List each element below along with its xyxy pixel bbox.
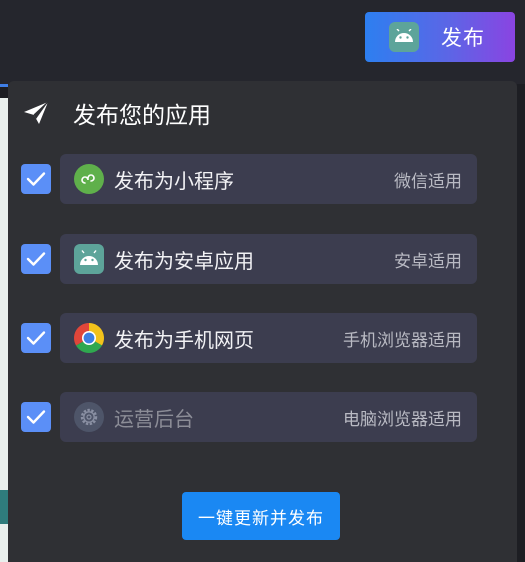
check-icon [26, 331, 46, 345]
android-icon [74, 244, 104, 274]
option-mini-program[interactable]: 发布为小程序 微信适用 [60, 154, 477, 204]
checkbox-mini-program[interactable] [21, 164, 51, 194]
panel-header: 发布您的应用 [23, 97, 211, 129]
publish-button-label: 发布 [441, 26, 485, 50]
option-name: 运营后台 [114, 406, 194, 431]
option-admin-backend[interactable]: 运营后台 电脑浏览器适用 [60, 392, 477, 442]
option-row-admin: 运营后台 电脑浏览器适用 [21, 392, 477, 442]
background-canvas-element [0, 490, 8, 524]
paper-plane-icon [23, 100, 49, 126]
panel-title: 发布您的应用 [73, 103, 211, 129]
option-name: 发布为安卓应用 [114, 248, 254, 273]
option-hint: 安卓适用 [394, 251, 462, 272]
update-and-publish-button[interactable]: 一键更新并发布 [182, 492, 340, 540]
checkbox-mobile-web[interactable] [21, 323, 51, 353]
option-android[interactable]: 发布为安卓应用 安卓适用 [60, 234, 477, 284]
check-icon [26, 172, 46, 186]
check-icon [26, 410, 46, 424]
option-hint: 微信适用 [394, 171, 462, 192]
background-right-frame [517, 84, 525, 562]
option-row-mini-program: 发布为小程序 微信适用 [21, 154, 477, 204]
android-icon [389, 22, 419, 52]
publish-panel: 发布您的应用 发布为小程序 微信适用 发布为安卓应用 安卓适用 发布为手机网页 … [8, 81, 517, 562]
option-hint: 电脑浏览器适用 [343, 409, 462, 430]
option-row-mobile-web: 发布为手机网页 手机浏览器适用 [21, 313, 477, 363]
publish-button[interactable]: 发布 [365, 12, 515, 62]
option-name: 发布为手机网页 [114, 327, 254, 352]
checkbox-admin[interactable] [21, 402, 51, 432]
option-mobile-web[interactable]: 发布为手机网页 手机浏览器适用 [60, 313, 477, 363]
mini-program-icon [74, 164, 104, 194]
option-hint: 手机浏览器适用 [343, 330, 462, 351]
gear-icon [74, 402, 104, 432]
checkbox-android[interactable] [21, 244, 51, 274]
chrome-icon [74, 323, 104, 353]
check-icon [26, 252, 46, 266]
background-accent-edge [0, 84, 8, 87]
option-name: 发布为小程序 [114, 168, 234, 193]
option-row-android: 发布为安卓应用 安卓适用 [21, 234, 477, 284]
